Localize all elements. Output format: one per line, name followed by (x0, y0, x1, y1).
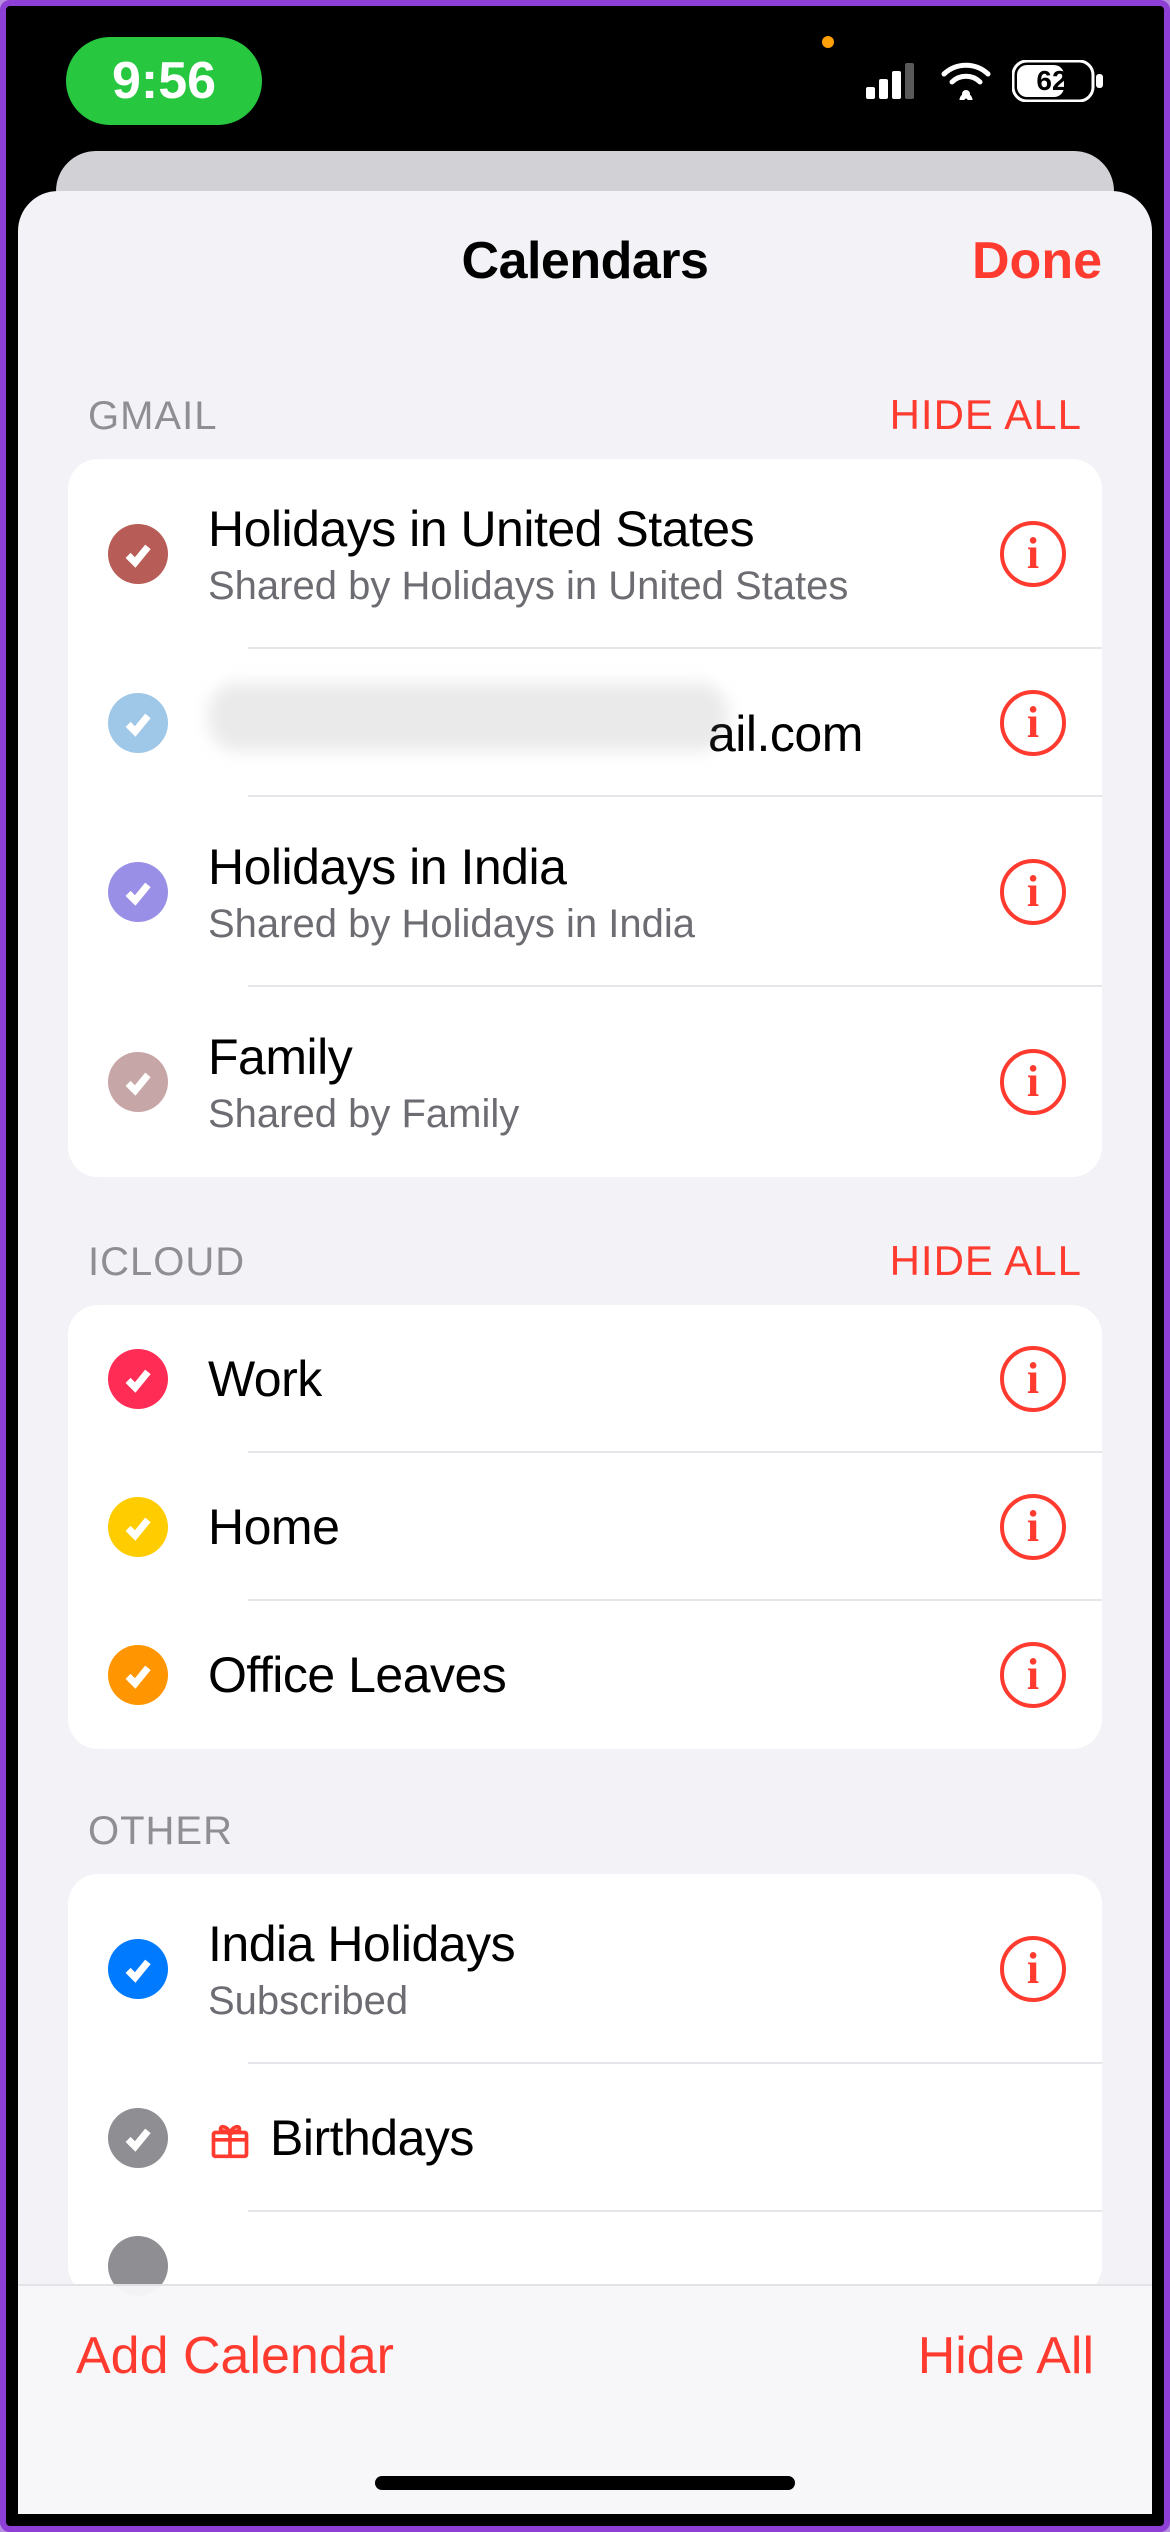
info-button[interactable]: i (1000, 1346, 1066, 1412)
gift-icon (208, 2116, 252, 2160)
checkmark-toggle[interactable] (108, 1939, 168, 1999)
section-header-gmail: GMAIL HIDE ALL (68, 331, 1102, 459)
info-icon: i (1027, 1060, 1039, 1104)
calendar-group-icloud: Work i Home i Office Leaves i (68, 1305, 1102, 1749)
calendar-group-other: India Holidays Subscribed i Birthdays (68, 1874, 1102, 2296)
calendar-group-gmail: Holidays in United States Shared by Holi… (68, 459, 1102, 1177)
home-indicator[interactable] (375, 2476, 795, 2490)
calendar-name: Holidays in India (208, 838, 1000, 896)
calendar-row-family[interactable]: Family Shared by Family i (68, 987, 1102, 1177)
info-icon: i (1027, 1505, 1039, 1549)
calendar-name: ail.com (208, 683, 1000, 763)
status-right: 62 (866, 60, 1104, 102)
checkmark-toggle[interactable] (108, 1349, 168, 1409)
info-icon: i (1027, 870, 1039, 914)
hide-all-button[interactable]: HIDE ALL (890, 1237, 1082, 1285)
checkmark-toggle[interactable] (108, 1497, 168, 1557)
calendar-subtitle: Shared by Holidays in India (208, 902, 1000, 947)
info-button[interactable]: i (1000, 859, 1066, 925)
calendar-row-holidays-india[interactable]: Holidays in India Shared by Holidays in … (68, 797, 1102, 987)
calendar-name: India Holidays (208, 1915, 1000, 1973)
calendar-subtitle: Shared by Family (208, 1092, 1000, 1137)
calendar-name: Holidays in United States (208, 500, 1000, 558)
calendars-sheet: Calendars Done GMAIL HIDE ALL Holidays i… (18, 191, 1152, 2514)
checkmark-toggle[interactable] (108, 1052, 168, 1112)
section-title: GMAIL (88, 394, 217, 439)
info-icon: i (1027, 532, 1039, 576)
hide-all-button[interactable]: HIDE ALL (890, 391, 1082, 439)
calendar-subtitle: Shared by Holidays in United States (208, 564, 1000, 609)
calendar-subtitle: Subscribed (208, 1979, 1000, 2024)
checkmark-toggle[interactable] (108, 693, 168, 753)
privacy-indicator-dot (822, 36, 834, 48)
calendar-row-india-holidays[interactable]: India Holidays Subscribed i (68, 1874, 1102, 2064)
info-button[interactable]: i (1000, 1494, 1066, 1560)
calendar-name: Office Leaves (208, 1646, 1000, 1704)
info-button[interactable]: i (1000, 690, 1066, 756)
section-title: ICLOUD (88, 1240, 245, 1285)
checkmark-toggle[interactable] (108, 2108, 168, 2168)
status-bar: 9:56 62 (6, 6, 1164, 156)
calendar-name: Work (208, 1350, 1000, 1408)
info-button[interactable]: i (1000, 1642, 1066, 1708)
calendar-name: Family (208, 1028, 1000, 1086)
add-calendar-button[interactable]: Add Calendar (76, 2326, 394, 2386)
done-button[interactable]: Done (972, 231, 1102, 291)
svg-text:62: 62 (1036, 65, 1067, 96)
device-frame: 9:56 62 Calendars Done GMAIL HIDE ALL (0, 0, 1170, 2532)
sheet-content: GMAIL HIDE ALL Holidays in United States… (18, 331, 1152, 2514)
sheet-header: Calendars Done (18, 191, 1152, 331)
checkmark-toggle[interactable] (108, 524, 168, 584)
calendar-row-home[interactable]: Home i (68, 1453, 1102, 1601)
calendar-row-birthdays[interactable]: Birthdays (68, 2064, 1102, 2212)
hide-all-button[interactable]: Hide All (918, 2326, 1094, 2386)
email-suffix: ail.com (708, 705, 863, 763)
section-header-icloud: ICLOUD HIDE ALL (68, 1177, 1102, 1305)
wifi-icon (940, 62, 992, 100)
info-button[interactable]: i (1000, 1049, 1066, 1115)
calendar-row-office-leaves[interactable]: Office Leaves i (68, 1601, 1102, 1749)
calendar-row-email[interactable]: ail.com i (68, 649, 1102, 797)
checkmark-toggle[interactable] (108, 1645, 168, 1705)
cellular-signal-icon (866, 63, 920, 99)
calendar-name: Home (208, 1498, 1000, 1556)
checkmark-toggle[interactable] (108, 862, 168, 922)
info-icon: i (1027, 1357, 1039, 1401)
info-button[interactable]: i (1000, 1936, 1066, 2002)
calendar-row-holidays-us[interactable]: Holidays in United States Shared by Holi… (68, 459, 1102, 649)
battery-icon: 62 (1012, 60, 1104, 102)
calendar-row-work[interactable]: Work i (68, 1305, 1102, 1453)
section-title: OTHER (88, 1809, 233, 1854)
section-header-other: OTHER (68, 1749, 1102, 1874)
info-button[interactable]: i (1000, 521, 1066, 587)
bottom-toolbar: Add Calendar Hide All (18, 2284, 1152, 2514)
calendar-name: Birthdays (208, 2109, 1078, 2167)
status-time-pill[interactable]: 9:56 (66, 37, 262, 125)
sheet-title: Calendars (462, 231, 709, 291)
redacted-text (208, 683, 728, 751)
info-icon: i (1027, 1947, 1039, 1991)
info-icon: i (1027, 701, 1039, 745)
info-icon: i (1027, 1653, 1039, 1697)
